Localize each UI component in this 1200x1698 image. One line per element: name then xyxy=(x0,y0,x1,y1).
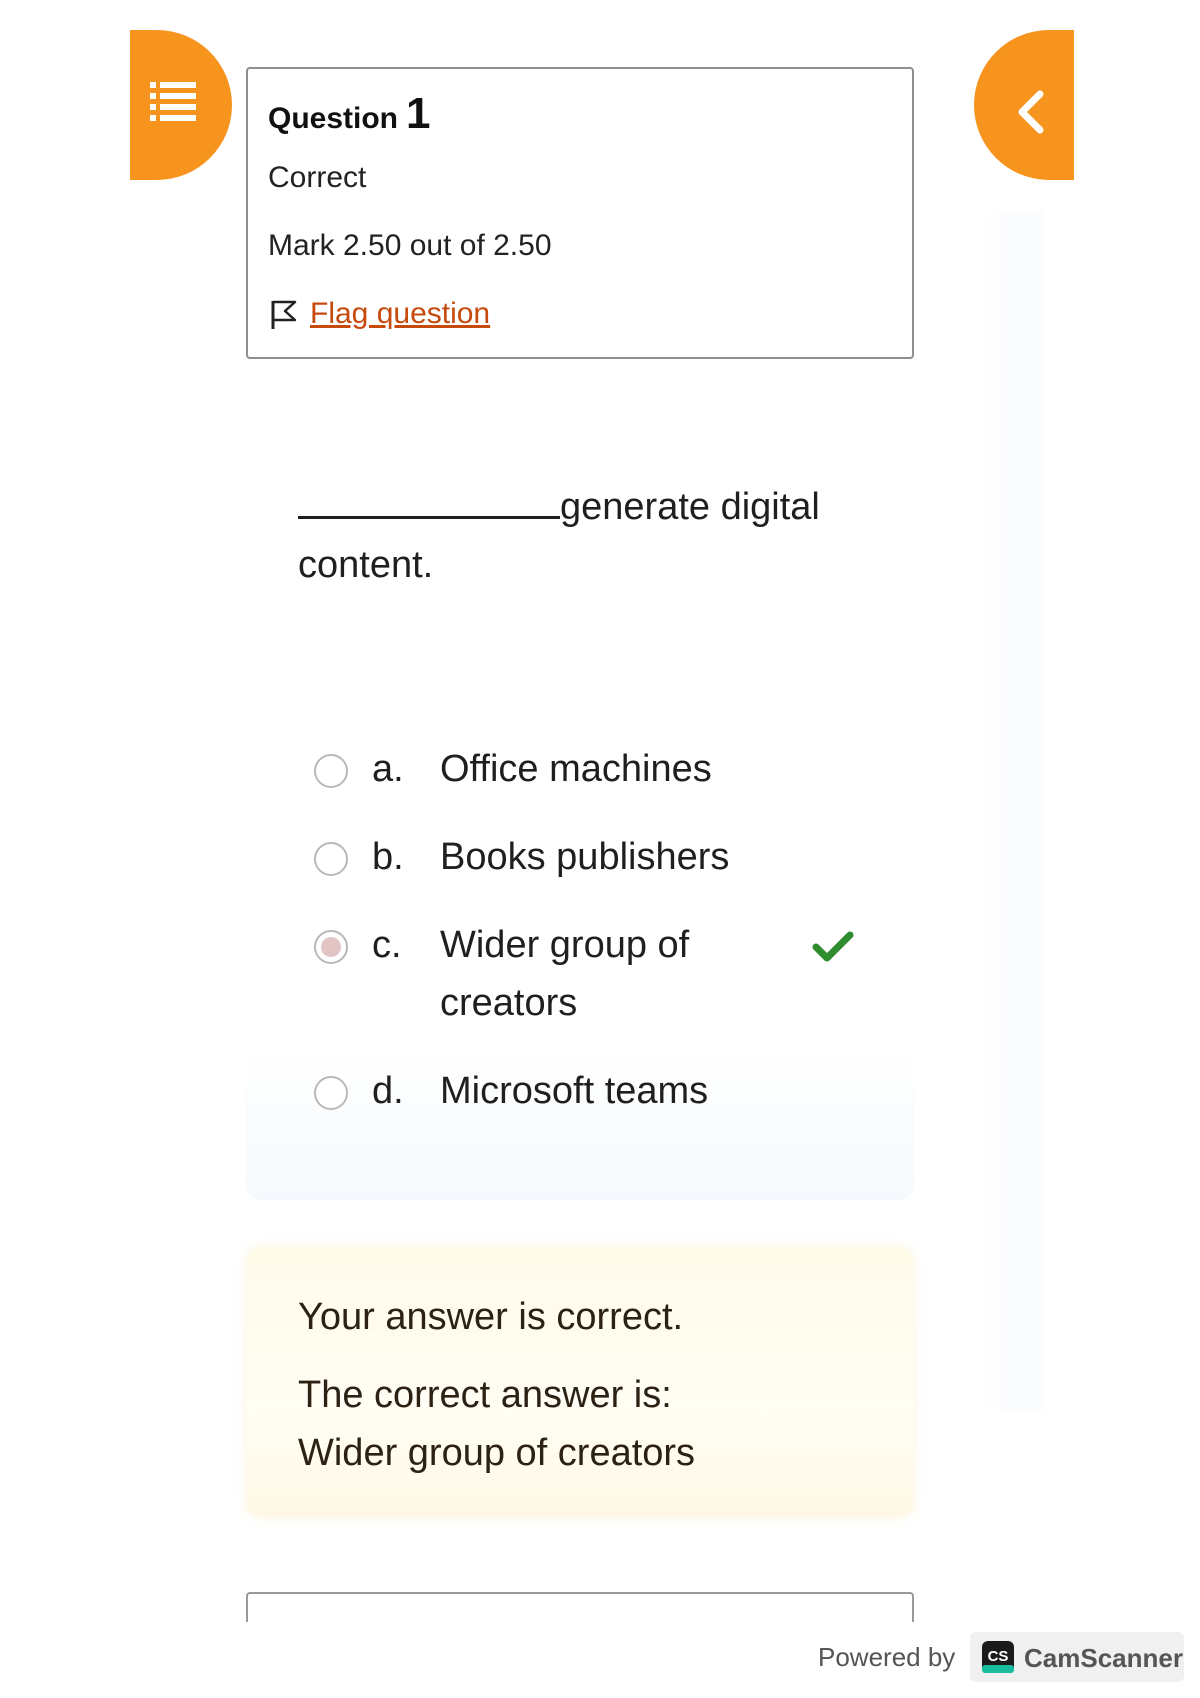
side-shade xyxy=(985,210,1045,1410)
question-info-box: Question 1 Correct Mark 2.50 out of 2.50 … xyxy=(246,67,914,359)
drawer-toggle-button[interactable] xyxy=(130,30,232,180)
option-text: Microsoft teams xyxy=(440,1070,709,1112)
radio-option-a[interactable] xyxy=(314,754,348,788)
radio-option-d[interactable] xyxy=(314,1076,348,1110)
option-text: Office machines xyxy=(440,748,712,790)
camscanner-brand-name: CamScanner xyxy=(1024,1643,1183,1673)
list-icon xyxy=(150,82,196,121)
feedback-box: Your answer is correct. The correct answ… xyxy=(246,1246,914,1518)
question-text: generate digital content. xyxy=(298,478,858,594)
question-heading: Question 1 xyxy=(268,89,431,139)
powered-by-text: Powered by xyxy=(818,1642,956,1672)
question-number: 1 xyxy=(406,89,431,138)
radio-option-c[interactable] xyxy=(314,930,348,964)
back-button[interactable] xyxy=(974,30,1074,180)
option-text: Wider group of creators xyxy=(440,924,690,1024)
camscanner-logo-text: CS xyxy=(988,1648,1009,1665)
check-icon xyxy=(812,931,854,962)
option-letter: c. xyxy=(372,924,402,966)
quiz-review-page: Question 1 Correct Mark 2.50 out of 2.50 … xyxy=(0,0,1200,1698)
chevron-left-icon xyxy=(1018,90,1044,134)
question-grade: Mark 2.50 out of 2.50 xyxy=(268,229,552,262)
question-label: Question xyxy=(268,102,399,135)
flag-question-link[interactable]: Flag question xyxy=(310,297,490,331)
option-letter: b. xyxy=(372,836,404,878)
flag-icon xyxy=(271,300,297,329)
question-state: Correct xyxy=(268,161,367,194)
answer-blank xyxy=(298,486,560,519)
correct-answer-text: Wider group of creators xyxy=(298,1432,696,1474)
flag-question-row[interactable]: Flag question xyxy=(268,297,490,331)
option-letter: a. xyxy=(372,748,404,790)
camscanner-badge: CS CamScanner xyxy=(970,1632,1184,1682)
option-text: Books publishers xyxy=(440,836,730,878)
correct-answer-intro: The correct answer is: xyxy=(298,1374,672,1416)
camscanner-logo-icon: CS xyxy=(982,1641,1014,1673)
feedback-result: Your answer is correct. xyxy=(298,1296,684,1338)
question-content: generate digital content. a. Office mach… xyxy=(246,440,914,1200)
radio-option-b[interactable] xyxy=(314,842,348,876)
option-letter: d. xyxy=(372,1070,404,1112)
next-question-box xyxy=(246,1592,914,1622)
